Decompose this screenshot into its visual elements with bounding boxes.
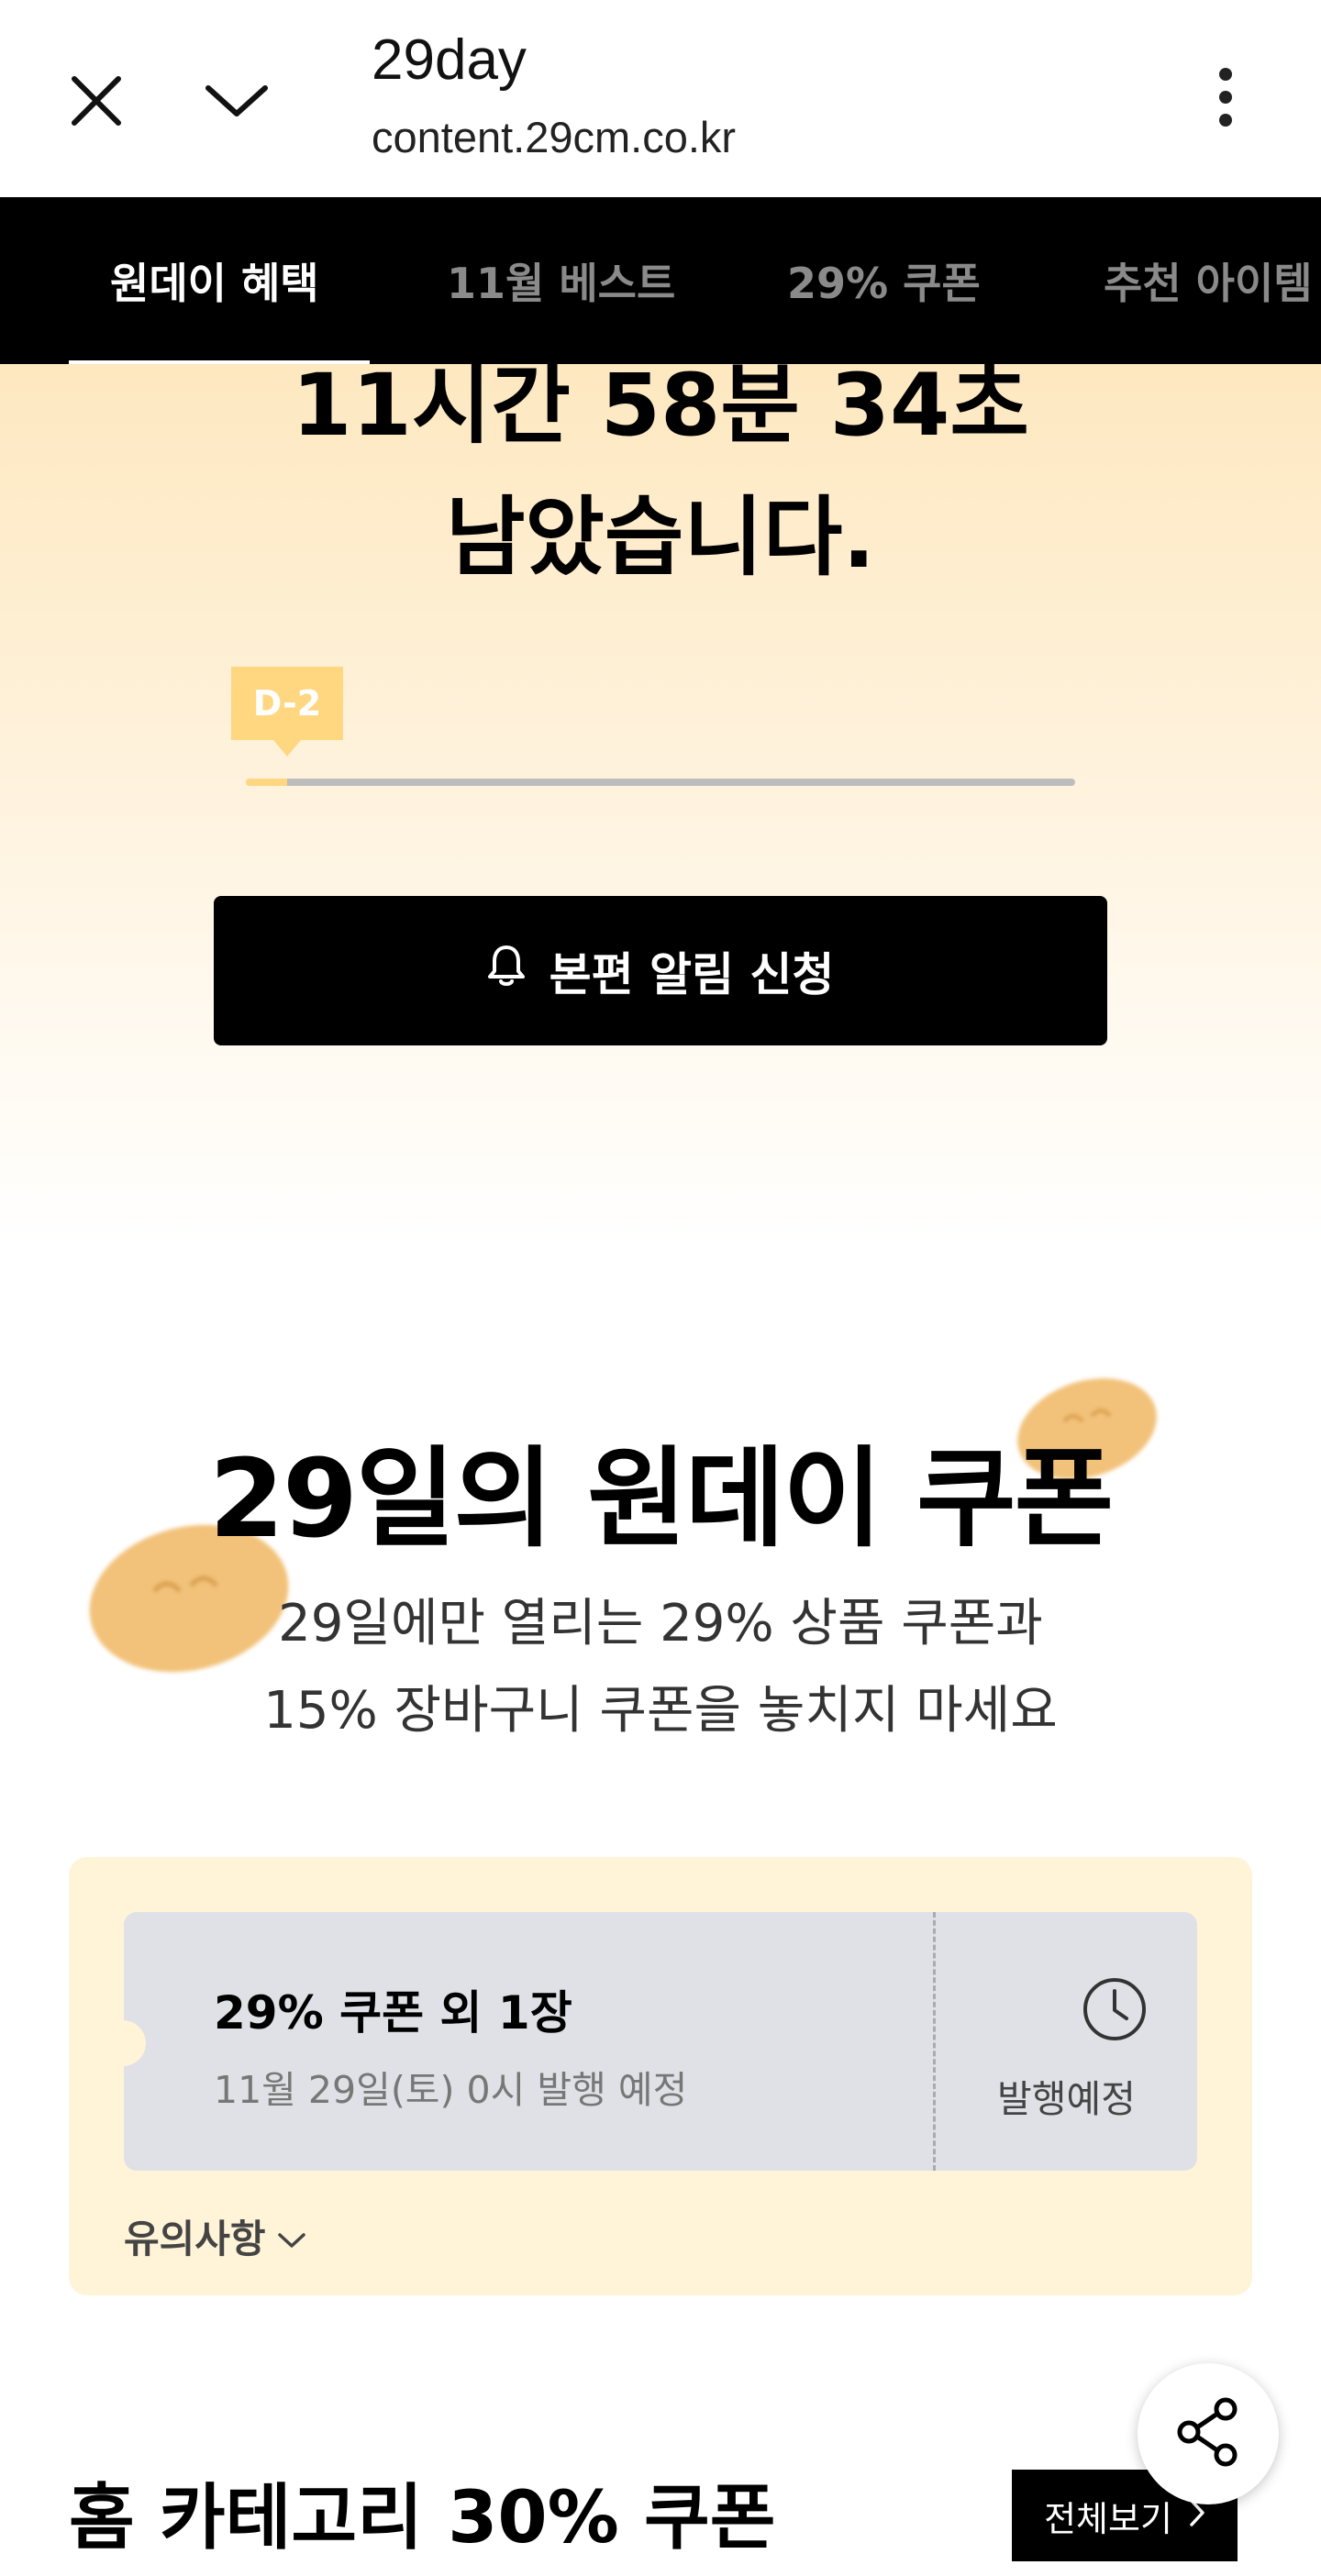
page-url[interactable]: content.29cm.co.kr (372, 112, 736, 162)
clock-icon (1082, 1976, 1148, 2046)
chevron-down-icon[interactable] (200, 69, 273, 133)
tab-29-coupon[interactable]: 29% 쿠폰 (787, 250, 981, 311)
close-icon[interactable] (64, 69, 128, 133)
tab-recommended[interactable]: 추천 아이템 (1104, 250, 1313, 311)
view-all-label: 전체보기 (1044, 2498, 1172, 2539)
browser-toolbar: 29day content.29cm.co.kr (0, 0, 1321, 199)
ticket-divider (933, 1912, 936, 2171)
tab-nav: 원데이 혜택 11월 베스트 29% 쿠폰 추천 아이템 (0, 197, 1321, 364)
hero-section: 11시간 58분 34초 남았습니다. D-2 본편 알림 신청 (0, 359, 1321, 1244)
coupon-status: 발행예정 (997, 2077, 1136, 2121)
bell-icon (487, 944, 526, 999)
coupon-title: 29% 쿠폰 외 1장 (214, 1986, 572, 2040)
coupon-section-title: 29일의 원데이 쿠폰 (208, 1435, 1114, 1562)
coupon-ticket[interactable]: 29% 쿠폰 외 1장 11월 29일(토) 0시 발행 예정 발행예정 (100, 1912, 1197, 2171)
coupon-schedule: 11월 29일(토) 0시 발행 예정 (214, 2068, 688, 2112)
countdown-suffix: 남았습니다. (445, 488, 876, 588)
tab-oneday[interactable]: 원데이 혜택 (110, 250, 319, 311)
more-vertical-icon[interactable] (1202, 64, 1249, 130)
notify-button[interactable]: 본편 알림 신청 (214, 896, 1107, 1045)
countdown-timer: 11시간 58분 34초 (292, 356, 1029, 456)
home-category-title: 홈 카테고리 30% 쿠폰 (69, 2477, 776, 2559)
progress-track (246, 779, 1075, 786)
notice-label: 유의사항 (124, 2217, 266, 2261)
chevron-down-icon (277, 2214, 306, 2259)
d-day-badge: D-2 (231, 667, 343, 757)
coupon-box: 29% 쿠폰 외 1장 11월 29일(토) 0시 발행 예정 발행예정 유의사… (69, 1857, 1252, 2295)
share-icon (1175, 2397, 1241, 2471)
tab-november-best[interactable]: 11월 베스트 (447, 250, 675, 311)
notify-button-label: 본편 알림 신청 (549, 947, 835, 1001)
coupon-section-subtitle: 15% 장바구니 쿠폰을 놓치지 마세요 (263, 1681, 1058, 1741)
notice-toggle[interactable]: 유의사항 (124, 2208, 306, 2264)
share-button[interactable] (1138, 2363, 1279, 2504)
progress-fill (246, 779, 288, 786)
coupon-section-subtitle: 29일에만 열리는 29% 상품 쿠폰과 (278, 1594, 1043, 1653)
ticket-notch (100, 2020, 146, 2066)
page-title: 29day (372, 28, 527, 92)
